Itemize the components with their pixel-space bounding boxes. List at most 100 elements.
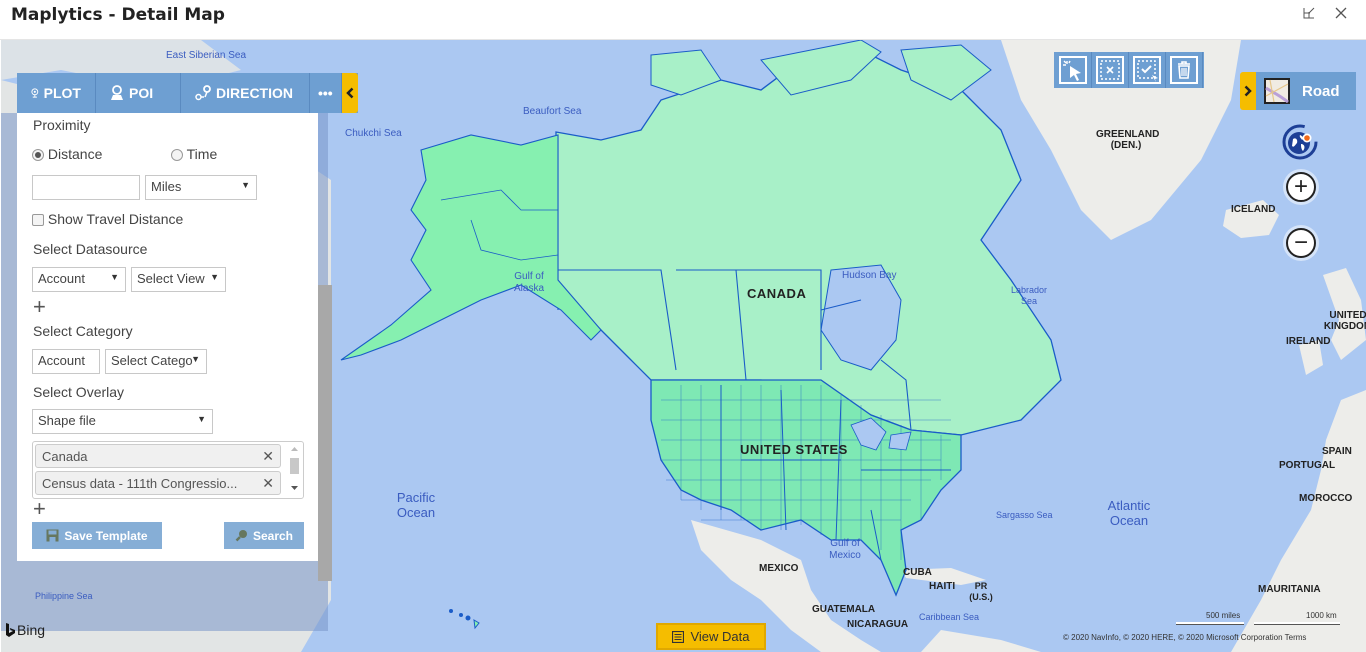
overlay-label: Select Overlay [33, 384, 125, 400]
expand-map-style-button[interactable] [1240, 72, 1256, 110]
show-travel-distance-label: Show Travel Distance [47, 211, 184, 227]
datasource-select[interactable]: Account [32, 267, 126, 292]
map-copyright[interactable]: © 2020 NavInfo, © 2020 HERE, © 2020 Micr… [1063, 633, 1306, 642]
list-icon [672, 630, 685, 643]
category-label: Select Category [33, 323, 133, 339]
restore-window-icon[interactable] [1299, 6, 1319, 26]
title-bar: Maplytics - Detail Map [0, 0, 1366, 40]
direction-button[interactable]: DIRECTION [181, 73, 310, 113]
map-label-country: CANADA [747, 286, 807, 301]
overlay-tag: Census data - 111th Congressio... ✕ [35, 471, 281, 495]
radio-distance-label: Distance [47, 146, 103, 162]
search-label: Search [252, 528, 294, 543]
radio-distance[interactable]: Distance [32, 146, 102, 162]
select-region-button[interactable] [1129, 52, 1166, 88]
zoom-out-button[interactable]: − [1286, 228, 1316, 258]
poi-label: POI [129, 85, 154, 101]
datasource-select-value: Account [38, 271, 85, 286]
save-template-button[interactable]: Save Template [32, 522, 162, 549]
poi-button[interactable]: POI [96, 73, 181, 113]
unit-select[interactable]: Miles [145, 175, 257, 200]
bing-label: Bing [17, 622, 46, 638]
view-select[interactable]: Select View [131, 267, 226, 292]
radio-time[interactable]: Time [171, 146, 217, 162]
overlay-tag: Canada ✕ [35, 444, 281, 468]
bing-logo: Bing [5, 622, 45, 638]
remove-tag-icon[interactable]: ✕ [262, 448, 274, 465]
datasource-label: Select Datasource [33, 241, 148, 257]
show-travel-distance-checkbox[interactable]: Show Travel Distance [32, 211, 183, 227]
zoom-out-icon: − [1293, 229, 1308, 256]
road-map-icon [1264, 78, 1290, 104]
window-title: Maplytics - Detail Map [11, 5, 225, 25]
bing-icon [6, 623, 15, 637]
map-label-country: IRELAND [1286, 336, 1331, 347]
map-label-sea: Labrador Sea [1010, 285, 1048, 306]
scale-km-label: 1000 km [1306, 611, 1337, 620]
map-label-sea: Sargasso Sea [996, 510, 1053, 520]
map-label-sea: Gulf of Mexico [829, 538, 861, 561]
overlay-tag-label: Census data - 111th Congressio... [42, 476, 238, 491]
search-icon [235, 530, 247, 542]
delete-icon [1170, 56, 1198, 84]
map-label-sea: Gulf of Alaska [513, 271, 544, 294]
view-select-value: Select View [137, 271, 205, 286]
more-options-button[interactable]: ••• [310, 73, 342, 113]
map-label-country: SPAIN [1322, 446, 1352, 457]
panel-scrollbar[interactable] [318, 285, 332, 581]
clear-selection-button[interactable] [1092, 52, 1129, 88]
collapse-panel-button[interactable] [341, 73, 358, 113]
plot-button[interactable]: PLOT [17, 73, 96, 113]
select-pointer-button[interactable] [1055, 52, 1092, 88]
category-entity-field: Account [32, 349, 100, 374]
chevron-left-icon [345, 87, 354, 99]
main-toolbar: PLOT POI DIRECTION ••• [17, 73, 358, 113]
selection-toolbar [1054, 52, 1204, 88]
select-region-icon [1133, 56, 1161, 84]
map-label-sea: East Siberian Sea [166, 50, 247, 61]
map-label-country: PR (U.S.) [969, 581, 993, 602]
map-label-ocean: Atlantic Ocean [1107, 498, 1151, 528]
map-pin-icon [31, 88, 39, 98]
view-data-button[interactable]: View Data [656, 623, 766, 650]
tag-list-scrollbar[interactable] [289, 444, 300, 494]
map-label-country: HAITI [929, 581, 956, 592]
map-label-country: GUATEMALA [812, 604, 876, 615]
close-icon[interactable] [1331, 6, 1351, 26]
road-style-button[interactable]: Road [1256, 72, 1356, 110]
add-overlay-button[interactable]: + [33, 498, 46, 520]
map-label-sea: Hudson Bay [842, 270, 897, 281]
unit-select-value: Miles [151, 179, 182, 194]
radio-time-indicator[interactable] [171, 149, 183, 162]
road-style-label: Road [1302, 82, 1340, 100]
map-label-sea: Philippine Sea [35, 591, 93, 601]
map-label-sea: Caribbean Sea [919, 612, 980, 622]
radio-time-label: Time [186, 146, 218, 162]
map-label-ocean: Pacific Ocean [396, 490, 436, 520]
direction-label: DIRECTION [216, 85, 293, 101]
checkbox-indicator[interactable] [32, 214, 44, 227]
distance-input[interactable] [32, 175, 140, 200]
overlay-select[interactable]: Shape file [32, 409, 213, 434]
locate-me-button[interactable] [1282, 124, 1318, 160]
globe-location-icon [1282, 124, 1318, 160]
search-button[interactable]: Search [224, 522, 304, 549]
proximity-label: Proximity [33, 117, 91, 133]
remove-tag-icon[interactable]: ✕ [262, 475, 274, 492]
add-datasource-button[interactable]: + [33, 296, 46, 318]
map-label-country: ICELAND [1231, 204, 1276, 215]
scale-miles-label: 500 miles [1206, 611, 1241, 620]
map-label-country: UNITED STATES [740, 442, 848, 457]
scale-bar-miles [1176, 622, 1244, 625]
radio-distance-indicator[interactable] [32, 149, 44, 162]
map-label-country: CUBA [903, 567, 932, 578]
category-select[interactable]: Select Catego [105, 349, 207, 374]
map-label-sea: Chukchi Sea [345, 128, 402, 139]
map-label-country: NICARAGUA [847, 619, 909, 630]
map-label-country: MEXICO [759, 563, 799, 574]
map-label-country: MAURITANIA [1258, 584, 1321, 595]
map-label-sea: Beaufort Sea [523, 106, 582, 117]
delete-button[interactable] [1166, 52, 1203, 88]
save-icon [46, 529, 59, 542]
zoom-in-button[interactable]: + [1286, 172, 1316, 202]
